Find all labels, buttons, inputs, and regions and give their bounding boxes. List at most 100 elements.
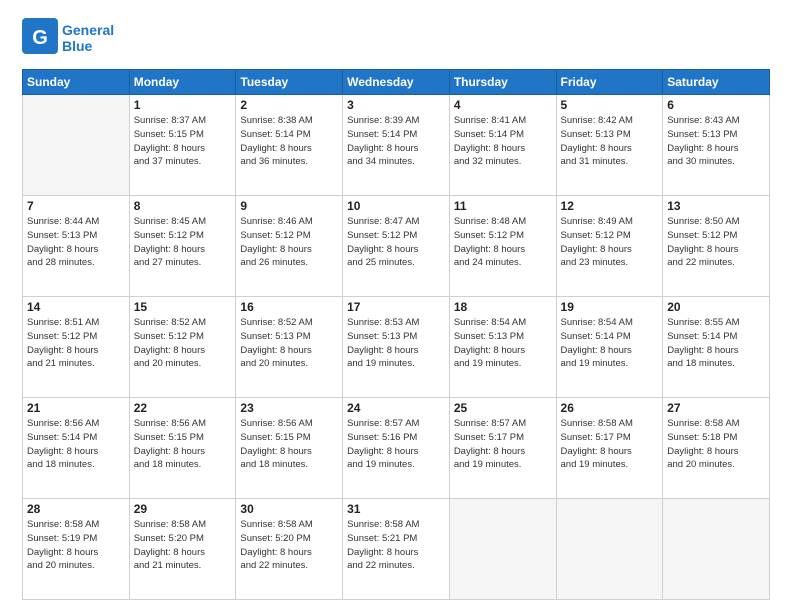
day-number: 8 <box>134 199 232 213</box>
day-info: Sunrise: 8:54 AM Sunset: 5:13 PM Dayligh… <box>454 316 552 371</box>
day-number: 27 <box>667 401 765 415</box>
day-number: 11 <box>454 199 552 213</box>
day-info: Sunrise: 8:58 AM Sunset: 5:19 PM Dayligh… <box>27 518 125 573</box>
day-number: 26 <box>561 401 659 415</box>
day-info: Sunrise: 8:58 AM Sunset: 5:20 PM Dayligh… <box>240 518 338 573</box>
calendar-cell: 6Sunrise: 8:43 AM Sunset: 5:13 PM Daylig… <box>663 95 770 196</box>
day-number: 3 <box>347 98 445 112</box>
calendar-week-row: 14 Sunrise: 8:51 AM Sunset: 5:12 PM Dayli… <box>23 297 770 398</box>
calendar-cell <box>23 95 130 196</box>
calendar-header-row: SundayMondayTuesdayWednesdayThursdayFrid… <box>23 70 770 95</box>
day-number: 16 <box>240 300 338 314</box>
header: G General Blue <box>22 18 770 59</box>
day-number: 20 <box>667 300 765 314</box>
calendar-header-sunday: Sunday <box>23 70 130 95</box>
calendar-header-saturday: Saturday <box>663 70 770 95</box>
day-number: 9 <box>240 199 338 213</box>
calendar-cell: 24 Sunrise: 8:57 AM Sunset: 5:16 PM Dayli… <box>343 398 450 499</box>
day-info: Sunrise: 8:53 AM Sunset: 5:13 PM Dayligh… <box>347 316 445 371</box>
calendar-cell: 3 Sunrise: 8:39 AM Sunset: 5:14 PM Daylig… <box>343 95 450 196</box>
calendar-cell: 13 Sunrise: 8:50 AM Sunset: 5:12 PM Dayli… <box>663 196 770 297</box>
calendar-cell: 10Sunrise: 8:47 AM Sunset: 5:12 PM Dayli… <box>343 196 450 297</box>
day-info: Sunrise: 8:39 AM Sunset: 5:14 PM Dayligh… <box>347 114 445 169</box>
calendar-cell: 14 Sunrise: 8:51 AM Sunset: 5:12 PM Dayli… <box>23 297 130 398</box>
calendar-cell: 21 Sunrise: 8:56 AM Sunset: 5:14 PM Dayli… <box>23 398 130 499</box>
calendar-cell: 29 Sunrise: 8:58 AM Sunset: 5:20 PM Dayli… <box>129 499 236 600</box>
day-number: 14 <box>27 300 125 314</box>
day-info: Sunrise: 8:43 AM Sunset: 5:13 PM Dayligh… <box>667 114 765 169</box>
calendar-header-friday: Friday <box>556 70 663 95</box>
day-info: Sunrise: 8:52 AM Sunset: 5:13 PM Dayligh… <box>240 316 338 371</box>
calendar-cell <box>663 499 770 600</box>
calendar-cell: 1Sunrise: 8:37 AM Sunset: 5:15 PM Daylig… <box>129 95 236 196</box>
day-info: Sunrise: 8:41 AM Sunset: 5:14 PM Dayligh… <box>454 114 552 169</box>
calendar-cell <box>449 499 556 600</box>
day-number: 10 <box>347 199 445 213</box>
calendar-cell: 8Sunrise: 8:45 AM Sunset: 5:12 PM Daylig… <box>129 196 236 297</box>
day-info: Sunrise: 8:57 AM Sunset: 5:16 PM Dayligh… <box>347 417 445 472</box>
calendar-week-row: 28 Sunrise: 8:58 AM Sunset: 5:19 PM Dayli… <box>23 499 770 600</box>
calendar-cell: 27 Sunrise: 8:58 AM Sunset: 5:18 PM Dayli… <box>663 398 770 499</box>
calendar-header-wednesday: Wednesday <box>343 70 450 95</box>
day-info: Sunrise: 8:51 AM Sunset: 5:12 PM Dayligh… <box>27 316 125 371</box>
day-number: 25 <box>454 401 552 415</box>
calendar-cell <box>556 499 663 600</box>
calendar-cell: 25 Sunrise: 8:57 AM Sunset: 5:17 PM Dayli… <box>449 398 556 499</box>
day-number: 31 <box>347 502 445 516</box>
calendar-cell: 20 Sunrise: 8:55 AM Sunset: 5:14 PM Dayli… <box>663 297 770 398</box>
day-info: Sunrise: 8:55 AM Sunset: 5:14 PM Dayligh… <box>667 316 765 371</box>
day-info: Sunrise: 8:38 AM Sunset: 5:14 PM Dayligh… <box>240 114 338 169</box>
day-info: Sunrise: 8:57 AM Sunset: 5:17 PM Dayligh… <box>454 417 552 472</box>
calendar-cell: 5 Sunrise: 8:42 AM Sunset: 5:13 PM Daylig… <box>556 95 663 196</box>
day-number: 7 <box>27 199 125 213</box>
calendar-week-row: 1Sunrise: 8:37 AM Sunset: 5:15 PM Daylig… <box>23 95 770 196</box>
calendar-cell: 4 Sunrise: 8:41 AM Sunset: 5:14 PM Daylig… <box>449 95 556 196</box>
calendar-cell: 26Sunrise: 8:58 AM Sunset: 5:17 PM Dayli… <box>556 398 663 499</box>
calendar-cell: 9Sunrise: 8:46 AM Sunset: 5:12 PM Daylig… <box>236 196 343 297</box>
day-number: 29 <box>134 502 232 516</box>
calendar-cell: 7Sunrise: 8:44 AM Sunset: 5:13 PM Daylig… <box>23 196 130 297</box>
day-info: Sunrise: 8:56 AM Sunset: 5:14 PM Dayligh… <box>27 417 125 472</box>
calendar-cell: 30 Sunrise: 8:58 AM Sunset: 5:20 PM Dayli… <box>236 499 343 600</box>
day-info: Sunrise: 8:42 AM Sunset: 5:13 PM Dayligh… <box>561 114 659 169</box>
calendar-cell: 31 Sunrise: 8:58 AM Sunset: 5:21 PM Dayli… <box>343 499 450 600</box>
day-number: 21 <box>27 401 125 415</box>
calendar-header-monday: Monday <box>129 70 236 95</box>
day-info: Sunrise: 8:56 AM Sunset: 5:15 PM Dayligh… <box>240 417 338 472</box>
day-info: Sunrise: 8:58 AM Sunset: 5:20 PM Dayligh… <box>134 518 232 573</box>
day-number: 15 <box>134 300 232 314</box>
svg-text:G: G <box>32 27 48 49</box>
day-number: 17 <box>347 300 445 314</box>
calendar-week-row: 21 Sunrise: 8:56 AM Sunset: 5:14 PM Dayli… <box>23 398 770 499</box>
calendar-cell: 19 Sunrise: 8:54 AM Sunset: 5:14 PM Dayli… <box>556 297 663 398</box>
day-number: 30 <box>240 502 338 516</box>
day-info: Sunrise: 8:49 AM Sunset: 5:12 PM Dayligh… <box>561 215 659 270</box>
day-info: Sunrise: 8:58 AM Sunset: 5:21 PM Dayligh… <box>347 518 445 573</box>
page: G General Blue SundayMondayTuesdayWednes… <box>0 0 792 612</box>
calendar-table: SundayMondayTuesdayWednesdayThursdayFrid… <box>22 69 770 600</box>
day-info: Sunrise: 8:37 AM Sunset: 5:15 PM Dayligh… <box>134 114 232 169</box>
calendar-cell: 22Sunrise: 8:56 AM Sunset: 5:15 PM Dayli… <box>129 398 236 499</box>
calendar-cell: 17 Sunrise: 8:53 AM Sunset: 5:13 PM Dayli… <box>343 297 450 398</box>
day-number: 28 <box>27 502 125 516</box>
calendar-header-thursday: Thursday <box>449 70 556 95</box>
logo-general: General <box>62 23 114 38</box>
day-info: Sunrise: 8:48 AM Sunset: 5:12 PM Dayligh… <box>454 215 552 270</box>
day-info: Sunrise: 8:58 AM Sunset: 5:18 PM Dayligh… <box>667 417 765 472</box>
logo: G General Blue <box>22 18 114 59</box>
day-number: 23 <box>240 401 338 415</box>
day-number: 4 <box>454 98 552 112</box>
day-info: Sunrise: 8:54 AM Sunset: 5:14 PM Dayligh… <box>561 316 659 371</box>
calendar-cell: 12Sunrise: 8:49 AM Sunset: 5:12 PM Dayli… <box>556 196 663 297</box>
day-number: 24 <box>347 401 445 415</box>
day-number: 19 <box>561 300 659 314</box>
calendar-cell: 2Sunrise: 8:38 AM Sunset: 5:14 PM Daylig… <box>236 95 343 196</box>
calendar-week-row: 7Sunrise: 8:44 AM Sunset: 5:13 PM Daylig… <box>23 196 770 297</box>
day-number: 18 <box>454 300 552 314</box>
calendar-cell: 11 Sunrise: 8:48 AM Sunset: 5:12 PM Dayli… <box>449 196 556 297</box>
day-number: 5 <box>561 98 659 112</box>
day-number: 13 <box>667 199 765 213</box>
calendar-cell: 18 Sunrise: 8:54 AM Sunset: 5:13 PM Dayli… <box>449 297 556 398</box>
day-info: Sunrise: 8:56 AM Sunset: 5:15 PM Dayligh… <box>134 417 232 472</box>
day-info: Sunrise: 8:50 AM Sunset: 5:12 PM Dayligh… <box>667 215 765 270</box>
